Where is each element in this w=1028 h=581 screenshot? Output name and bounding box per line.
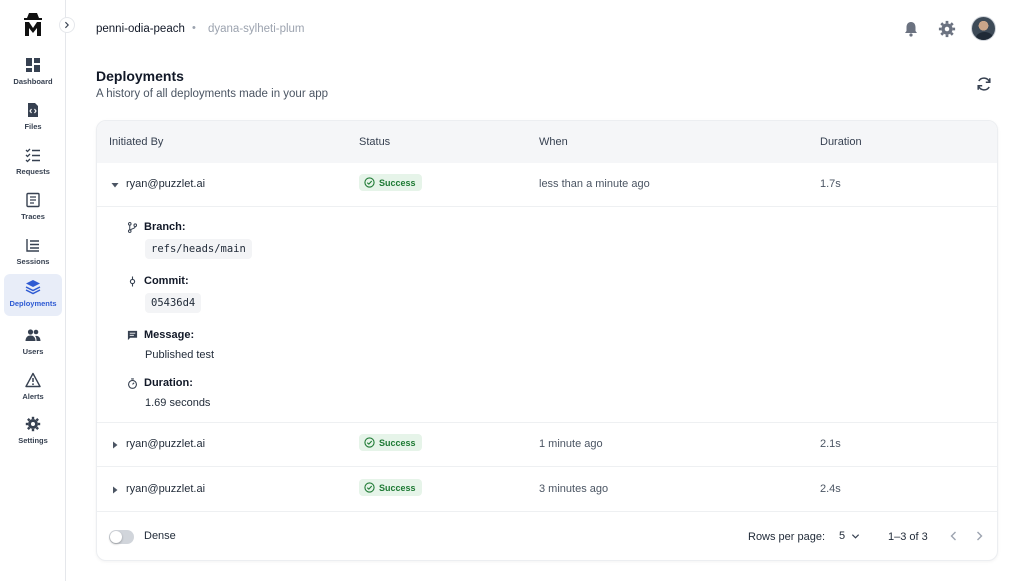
sidebar-expand-button[interactable] — [59, 17, 75, 33]
user-avatar[interactable] — [971, 16, 996, 41]
status-label: Success — [379, 437, 416, 448]
sidebar-item-label: Files — [24, 122, 42, 131]
file-code-icon — [28, 103, 38, 117]
duration-cell: 2.4s — [820, 483, 841, 495]
status-label: Success — [379, 177, 416, 188]
document-icon — [26, 192, 40, 208]
when-cell: 1 minute ago — [539, 438, 603, 450]
users-icon — [25, 329, 41, 341]
sidebar-item-label: Requests — [16, 167, 50, 176]
gear-icon — [25, 416, 41, 432]
commit-label: Commit: — [127, 275, 189, 287]
page-subtitle: A history of all deployments made in you… — [96, 88, 329, 100]
breadcrumb-project[interactable]: penni-odia-peach — [96, 23, 185, 35]
breadcrumb-environment[interactable]: dyana-sylheti-plum — [208, 23, 305, 35]
check-circle-icon — [364, 482, 375, 493]
sidebar-item-requests[interactable]: Requests — [4, 142, 62, 184]
timer-icon — [128, 377, 137, 389]
sidebar-item-dashboard[interactable]: Dashboard — [4, 52, 62, 94]
table-row[interactable]: ryan@puzzlet.ai Success less than a minu… — [97, 163, 997, 207]
when-cell: less than a minute ago — [539, 178, 650, 190]
sidebar-item-settings[interactable]: Settings — [4, 411, 62, 453]
sidebar-item-sessions[interactable]: Sessions — [4, 232, 62, 274]
branch-value: refs/heads/main — [145, 239, 252, 259]
list-icon — [26, 239, 39, 252]
rows-per-page-value: 5 — [839, 530, 846, 542]
settings-gear-icon[interactable] — [938, 20, 956, 38]
status-badge: Success — [359, 174, 422, 191]
git-branch-icon — [127, 221, 138, 233]
dense-toggle[interactable] — [109, 530, 134, 544]
status-label: Success — [379, 482, 416, 493]
sidebar-item-label: Dashboard — [13, 77, 53, 86]
bell-icon[interactable] — [902, 20, 920, 38]
message-label-text: Message: — [144, 329, 195, 341]
sidebar: Dashboard Files Requests Traces Sessions… — [0, 0, 75, 581]
check-circle-icon — [364, 437, 375, 448]
next-page-icon[interactable] — [972, 529, 986, 543]
app-logo[interactable] — [21, 11, 45, 37]
status-badge: Success — [359, 479, 422, 496]
chevron-down-icon — [852, 533, 860, 539]
message-label: Message: — [127, 329, 194, 341]
message-icon — [127, 330, 138, 340]
chevron-right-icon — [65, 21, 69, 29]
column-header-status[interactable]: Status — [359, 136, 390, 148]
breadcrumb-separator: • — [192, 22, 196, 34]
sidebar-item-label: Users — [22, 347, 44, 356]
column-header-duration[interactable]: Duration — [820, 136, 862, 148]
sidebar-item-label: Settings — [18, 436, 48, 445]
initiated-by-cell: ryan@puzzlet.ai — [126, 483, 206, 495]
commit-value: 05436d4 — [145, 293, 202, 313]
caret-right-icon[interactable] — [111, 441, 119, 449]
duration-cell: 1.7s — [820, 178, 841, 190]
rows-per-page-label: Rows per page: — [748, 531, 826, 543]
page-title: Deployments — [96, 68, 184, 84]
refresh-icon[interactable] — [976, 76, 992, 92]
warning-icon — [25, 372, 41, 388]
duration-value: 1.69 seconds — [145, 397, 211, 409]
dense-label: Dense — [144, 530, 176, 542]
deployment-details: Branch: refs/heads/main Commit: 05436d4 … — [97, 207, 997, 423]
duration-cell: 2.1s — [820, 438, 841, 450]
dashboard-icon — [26, 58, 40, 72]
rows-per-page-select[interactable]: 5 — [839, 530, 860, 542]
pagination-range: 1–3 of 3 — [888, 531, 928, 543]
sidebar-item-users[interactable]: Users — [4, 322, 62, 364]
column-header-when[interactable]: When — [539, 136, 568, 148]
column-header-initiated-by[interactable]: Initiated By — [109, 136, 163, 148]
initiated-by-cell: ryan@puzzlet.ai — [126, 178, 206, 190]
commit-label-text: Commit: — [144, 275, 189, 287]
checklist-icon — [25, 148, 40, 163]
message-value: Published test — [145, 349, 215, 361]
duration-label-text: Duration: — [144, 377, 193, 389]
sidebar-item-traces[interactable]: Traces — [4, 187, 62, 229]
sidebar-item-files[interactable]: Files — [4, 97, 62, 139]
table-row[interactable]: ryan@puzzlet.ai Success 3 minutes ago 2.… — [97, 468, 997, 512]
sidebar-item-deployments[interactable]: Deployments — [4, 274, 62, 316]
initiated-by-cell: ryan@puzzlet.ai — [126, 438, 206, 450]
table-footer: Dense Rows per page: 5 1–3 of 3 — [97, 513, 997, 560]
duration-label: Duration: — [127, 377, 193, 389]
sidebar-item-alerts[interactable]: Alerts — [4, 367, 62, 409]
branch-label: Branch: — [127, 221, 186, 233]
sidebar-item-label: Traces — [21, 212, 45, 221]
deployments-table: Initiated By Status When Duration ryan@p… — [96, 120, 998, 561]
caret-right-icon[interactable] — [111, 486, 119, 494]
status-badge: Success — [359, 434, 422, 451]
previous-page-icon[interactable] — [947, 529, 961, 543]
app-root: Dashboard Files Requests Traces Sessions… — [0, 0, 1028, 581]
layers-icon — [25, 280, 41, 295]
when-cell: 3 minutes ago — [539, 483, 609, 495]
sidebar-item-label: Deployments — [9, 299, 57, 308]
table-header: Initiated By Status When Duration — [97, 121, 997, 163]
check-circle-icon — [364, 177, 375, 188]
caret-down-icon[interactable] — [111, 181, 119, 189]
table-row[interactable]: ryan@puzzlet.ai Success 1 minute ago 2.1… — [97, 423, 997, 467]
git-commit-icon — [129, 275, 136, 287]
sidebar-item-label: Sessions — [16, 257, 50, 266]
sidebar-item-label: Alerts — [22, 392, 44, 401]
branch-label-text: Branch: — [144, 221, 186, 233]
